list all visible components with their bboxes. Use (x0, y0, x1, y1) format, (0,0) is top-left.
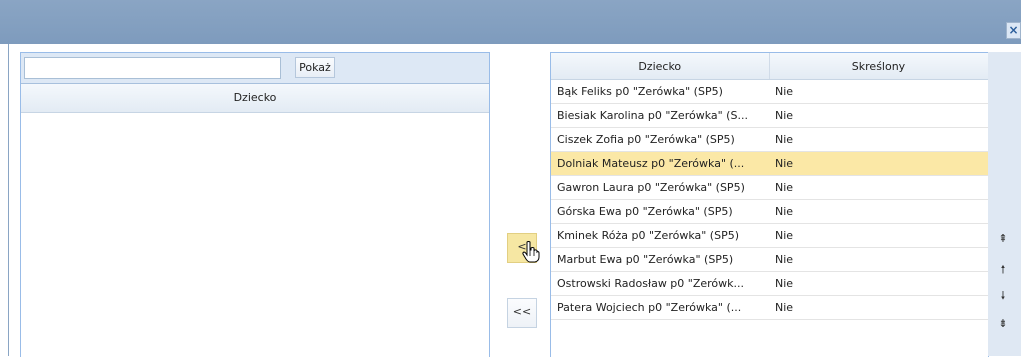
removed-cell: Nie (769, 247, 988, 272)
table-row[interactable]: Ostrowski Radosław p0 "Zerówk... Nie (551, 271, 988, 296)
removed-cell: Nie (769, 199, 988, 224)
grid-header-row: Dziecko Skreślony (551, 53, 989, 80)
move-down-button[interactable]: 🠗 (990, 285, 1016, 307)
move-all-left-button[interactable]: << (507, 298, 537, 328)
close-button[interactable]: × (1006, 22, 1021, 39)
removed-cell: Nie (769, 175, 988, 200)
removed-cell: Nie (769, 151, 988, 176)
arrow-up-icon: 🠕 (1000, 264, 1006, 276)
window-left-edge (8, 44, 9, 356)
move-one-left-button[interactable]: < (507, 233, 540, 263)
child-cell: Ciszek Zofia p0 "Zerówka" (SP5) (551, 127, 769, 152)
child-cell: Górska Ewa p0 "Zerówka" (SP5) (551, 199, 769, 224)
child-cell: Dolniak Mateusz p0 "Zerówka" (... (551, 151, 769, 176)
child-cell: Kminek Róża p0 "Zerówka" (SP5) (551, 223, 769, 248)
table-row[interactable]: Kminek Róża p0 "Zerówka" (SP5) Nie (551, 223, 988, 248)
removed-cell: Nie (769, 223, 988, 248)
search-input[interactable] (24, 57, 281, 79)
child-cell: Biesiak Karolina p0 "Zerówka" (S... (551, 103, 769, 128)
table-row[interactable]: Ciszek Zofia p0 "Zerówka" (SP5) Nie (551, 127, 988, 152)
table-row[interactable]: Biesiak Karolina p0 "Zerówka" (S... Nie (551, 103, 988, 128)
double-arrow-up-icon: ⇞ (998, 233, 1008, 245)
assigned-children-panel: Dziecko Skreślony Bąk Feliks p0 "Zerówka… (550, 52, 989, 357)
arrow-down-icon: 🠗 (1000, 290, 1006, 302)
child-cell: Bąk Feliks p0 "Zerówka" (SP5) (551, 79, 769, 104)
double-arrow-down-icon: ⇟ (998, 318, 1008, 330)
table-row[interactable]: Gawron Laura p0 "Zerówka" (SP5) Nie (551, 175, 988, 200)
removed-cell: Nie (769, 271, 988, 296)
removed-cell: Nie (769, 295, 988, 320)
window-titlebar: × (0, 0, 1021, 44)
child-cell: Patera Wojciech p0 "Zerówka" (... (551, 295, 769, 320)
table-row-selected[interactable]: Dolniak Mateusz p0 "Zerówka" (... Nie (551, 151, 988, 176)
table-row[interactable]: Bąk Feliks p0 "Zerówka" (SP5) Nie (551, 79, 988, 104)
order-controls: ⇞ 🠕 🠗 ⇟ (988, 52, 1021, 356)
move-up-button[interactable]: 🠕 (990, 259, 1016, 281)
hand-cursor-icon (522, 241, 540, 263)
show-button[interactable]: Pokaż (295, 57, 335, 78)
removed-cell: Nie (769, 127, 988, 152)
child-cell: Gawron Laura p0 "Zerówka" (SP5) (551, 175, 769, 200)
column-header-child[interactable]: Dziecko (551, 53, 770, 80)
close-icon: × (1008, 23, 1019, 37)
column-header-removed[interactable]: Skreślony (769, 53, 989, 80)
search-toolbar: Pokaż (21, 53, 489, 84)
child-cell: Ostrowski Radosław p0 "Zerówk... (551, 271, 769, 296)
removed-cell: Nie (769, 79, 988, 104)
table-row[interactable]: Marbut Ewa p0 "Zerówka" (SP5) Nie (551, 247, 988, 272)
removed-cell: Nie (769, 103, 988, 128)
left-column-header-child[interactable]: Dziecko (21, 84, 489, 113)
move-top-button[interactable]: ⇞ (990, 228, 1016, 250)
table-row[interactable]: Patera Wojciech p0 "Zerówka" (... Nie (551, 295, 988, 320)
assigned-children-grid: Dziecko Skreślony Bąk Feliks p0 "Zerówka… (551, 53, 989, 320)
child-cell: Marbut Ewa p0 "Zerówka" (SP5) (551, 247, 769, 272)
table-row[interactable]: Górska Ewa p0 "Zerówka" (SP5) Nie (551, 199, 988, 224)
available-children-panel: Pokaż Dziecko (20, 52, 490, 357)
move-bottom-button[interactable]: ⇟ (990, 313, 1016, 335)
